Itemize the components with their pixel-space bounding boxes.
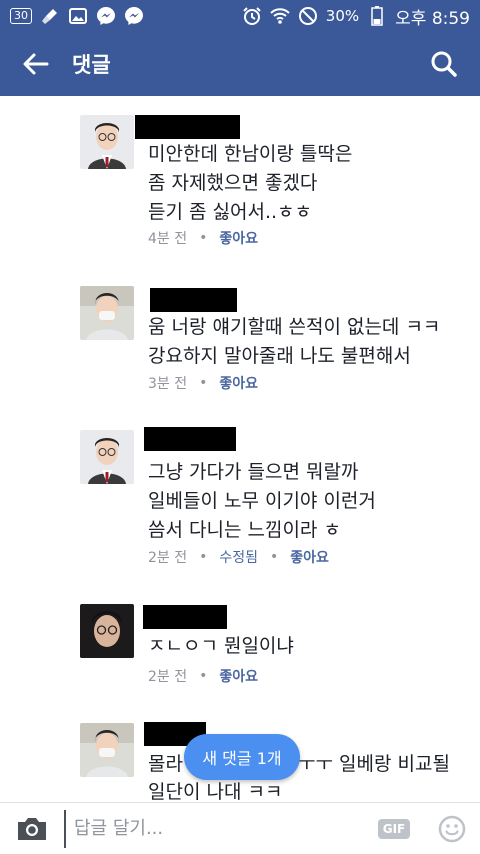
camera-icon — [18, 817, 46, 840]
comment-time: 4분 전 — [148, 231, 188, 247]
separator-dot: • — [199, 375, 208, 391]
avatar[interactable] — [80, 723, 134, 777]
like-button[interactable]: 좋아요 — [219, 666, 258, 686]
comment-time: 2분 전 — [148, 550, 188, 566]
notification-count-badge: 30 — [10, 8, 32, 24]
comment-meta: 3분 전 • 좋아요 — [148, 373, 258, 393]
comment-text: 그냥 가다가 들으면 뭐랄까 일베들이 노무 이기야 이런거 씀서 다니는 느낌… — [148, 461, 376, 541]
avatar[interactable] — [80, 286, 134, 340]
comment-meta: 2분 전 • 좋아요 — [148, 666, 258, 686]
separator-dot: • — [199, 549, 208, 565]
comment-text-end: ㅜㅜ 일베랑 비교될 — [298, 753, 450, 775]
like-button[interactable]: 좋아요 — [219, 373, 258, 393]
redacted-name — [150, 288, 237, 312]
comment-meta: 2분 전 • 수정됨 • 좋아요 — [148, 547, 329, 567]
messenger-icon — [96, 6, 116, 26]
alarm-icon — [242, 6, 262, 26]
clock: 오후 8:59 — [395, 8, 470, 29]
separator-dot: • — [270, 549, 279, 565]
battery-icon — [367, 6, 387, 26]
redacted-name — [135, 115, 240, 139]
comment-meta: 4분 전 • 좋아요 — [148, 228, 258, 248]
emoji-button[interactable] — [424, 803, 480, 854]
emoji-icon — [438, 815, 466, 842]
comment-text: 미안한데 한남이랑 틀딱은 좀 자제했으면 좋겠다 듣기 좀 싫어서..ㅎㅎ — [148, 143, 353, 223]
reply-bar: GIF — [0, 802, 480, 854]
do-not-disturb-icon — [298, 6, 318, 26]
avatar[interactable] — [80, 604, 134, 658]
page-title: 댓글 — [72, 53, 111, 77]
redacted-name — [143, 605, 227, 629]
broom-icon — [40, 6, 60, 26]
app-bar: 댓글 — [0, 32, 480, 96]
search-button[interactable] — [408, 32, 480, 96]
separator-dot: • — [199, 230, 208, 246]
new-comments-button[interactable]: 새 댓글 1개 — [184, 734, 300, 780]
back-button[interactable] — [0, 32, 72, 96]
back-arrow-icon — [23, 53, 49, 75]
avatar[interactable] — [80, 115, 134, 169]
battery-percent: 30% — [325, 7, 360, 25]
separator-dot: • — [199, 668, 208, 684]
gallery-icon — [68, 6, 88, 26]
status-bar: 30 30% 오후 8:59 — [0, 0, 480, 32]
like-button[interactable]: 좋아요 — [219, 228, 258, 248]
wifi-icon — [270, 6, 290, 26]
comment-list: 미안한데 한남이랑 틀딱은 좀 자제했으면 좋겠다 듣기 좀 싫어서..ㅎㅎ 4… — [0, 96, 480, 802]
search-icon — [431, 51, 457, 77]
like-button[interactable]: 좋아요 — [290, 547, 329, 567]
comment-time: 2분 전 — [148, 669, 188, 685]
comment-text-line2: 일단이 나대 ㅋㅋ — [148, 781, 283, 802]
edited-label[interactable]: 수정됨 — [219, 547, 258, 567]
comment-text: ㅈㄴㅇㄱ 뭔일이냐 — [148, 635, 294, 657]
comment-text: 움 너랑 얘기할때 쓴적이 없는데 ㅋㅋ 강요하지 말아줄래 나도 불편해서 — [148, 316, 441, 367]
status-bar-left: 30 — [10, 6, 144, 26]
status-bar-right: 30% 오후 8:59 — [242, 4, 470, 29]
gif-button[interactable]: GIF — [364, 803, 424, 854]
comment-time: 3분 전 — [148, 376, 188, 392]
avatar[interactable] — [80, 430, 134, 484]
gif-icon: GIF — [377, 818, 411, 839]
messenger-icon — [124, 6, 144, 26]
redacted-name — [144, 427, 236, 451]
camera-button[interactable] — [0, 803, 64, 854]
reply-input[interactable] — [64, 809, 364, 848]
